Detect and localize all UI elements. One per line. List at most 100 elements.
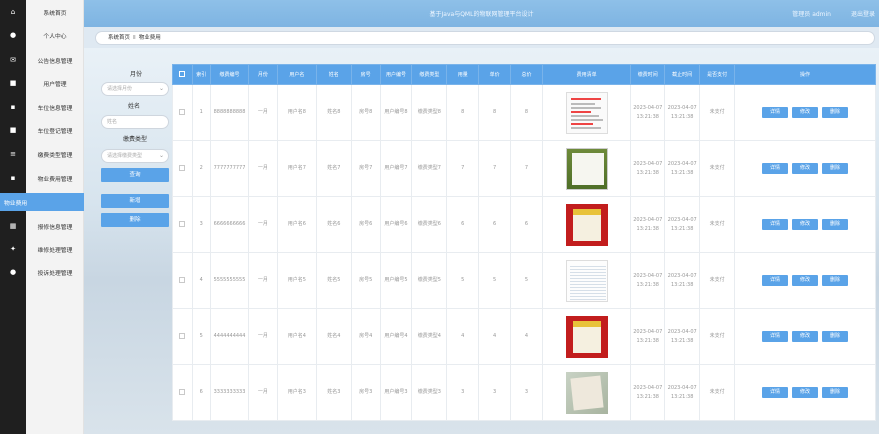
detail-button[interactable]: 详情 (762, 219, 789, 230)
breadcrumb-home[interactable]: 系统首页 (108, 35, 130, 41)
cell-userno: 用户编号7 (379, 140, 413, 197)
type-label: 缴费类型 (122, 136, 147, 143)
detail-button[interactable]: 详情 (762, 275, 789, 286)
cell-actions: 详情 修改 删除 (734, 84, 876, 141)
checkbox-icon[interactable] (179, 164, 186, 171)
row-select-cell[interactable] (172, 84, 193, 141)
sidebar-item[interactable]: ■ 车位登记管理 (0, 122, 84, 138)
delete-button[interactable]: 删除 (822, 107, 849, 118)
notice-icon: ✉ (10, 56, 16, 64)
query-button[interactable]: 查询 (101, 168, 169, 182)
type-select[interactable]: 请选择缴费类型 ⌄ (101, 149, 169, 163)
delete-button[interactable]: 删除 (822, 219, 849, 230)
edit-button[interactable]: 修改 (792, 275, 819, 286)
detail-button[interactable]: 详情 (762, 107, 789, 118)
edit-button[interactable]: 修改 (792, 387, 819, 398)
fee-list-image[interactable] (565, 371, 608, 414)
detail-button[interactable]: 详情 (762, 163, 789, 174)
delete-button[interactable]: 删除 (822, 331, 849, 342)
name-input[interactable]: 姓名 (101, 115, 169, 129)
cell-paytime: 2023-04-07 13:21:38 (630, 196, 666, 253)
detail-button[interactable]: 详情 (762, 331, 789, 342)
sidebar-item[interactable]: ⌂ 系统首页 (0, 4, 84, 20)
checkbox-icon[interactable] (179, 108, 186, 115)
edit-button[interactable]: 修改 (792, 107, 819, 118)
logout-link[interactable]: 退出登录 (851, 9, 875, 18)
delete-button[interactable]: 删除 (822, 163, 849, 174)
checkbox-icon[interactable] (179, 220, 186, 227)
cell-fee-list (541, 84, 632, 141)
month-select-placeholder: 请选择月份 (107, 86, 133, 92)
repair-icon: ✦ (10, 245, 16, 253)
cell-price: 3 (478, 364, 512, 421)
cell-type: 缴费类型7 (411, 140, 448, 197)
breadcrumb: 系统首页 Ⅱ 物业费用 (95, 31, 875, 45)
cell-paid: 未支付 (699, 308, 736, 365)
checkbox-icon[interactable] (179, 276, 186, 283)
row-select-cell[interactable] (172, 364, 193, 421)
table-row: 1 8888888888 一月 用户名8 姓名8 房号8 用户编号8 缴费类型8 8 8 8 2023… (172, 84, 876, 141)
fee-list-image[interactable] (565, 91, 608, 134)
sidebar-item[interactable]: ▪ 车位信息管理 (0, 99, 84, 115)
cell-index: 3 (191, 196, 212, 253)
fee-list-image[interactable] (565, 259, 608, 302)
cell-index: 4 (191, 252, 212, 309)
row-select-cell[interactable] (172, 252, 193, 309)
sidebar-item[interactable]: 物业费用 (0, 194, 84, 210)
delete-button[interactable]: 删除 (822, 387, 849, 398)
cell-name: 姓名7 (315, 140, 352, 197)
batch-delete-button[interactable]: 删除 (101, 213, 169, 227)
checkbox-icon[interactable] (179, 71, 186, 78)
fee-list-image[interactable] (565, 147, 608, 190)
cell-fee-list (541, 196, 632, 253)
cell-userno: 用户编号6 (379, 196, 413, 253)
row-select-cell[interactable] (172, 308, 193, 365)
column-header: 费用清单 (541, 64, 632, 85)
sidebar-item[interactable]: ● 投诉处理管理 (0, 264, 84, 280)
edit-button[interactable]: 修改 (792, 163, 819, 174)
register-icon: ■ (9, 126, 17, 134)
cell-month: 一月 (248, 308, 278, 365)
cell-userno: 用户编号4 (379, 308, 413, 365)
sidebar-item[interactable]: ▦ 报修信息管理 (0, 218, 84, 234)
cell-room: 房号4 (350, 308, 381, 365)
cell-actions: 详情 修改 删除 (734, 196, 876, 253)
detail-button[interactable]: 详情 (762, 387, 789, 398)
cell-name: 姓名3 (315, 364, 352, 421)
fee-list-image[interactable] (565, 315, 608, 358)
checkbox-icon[interactable] (179, 388, 186, 395)
column-header: 索引 (191, 64, 212, 85)
edit-button[interactable]: 修改 (792, 219, 819, 230)
sidebar-item[interactable]: ≡ 缴费类型管理 (0, 146, 84, 162)
home-icon: ⌂ (10, 8, 16, 16)
sidebar-item[interactable]: ■ 用户管理 (0, 75, 84, 91)
cell-actions: 详情 修改 删除 (734, 252, 876, 309)
fee-list-image[interactable] (565, 203, 608, 246)
select-all-checkbox[interactable] (172, 64, 193, 85)
cell-month: 一月 (248, 196, 278, 253)
edit-button[interactable]: 修改 (792, 331, 819, 342)
add-button[interactable]: 新增 (101, 194, 169, 208)
sidebar-item[interactable]: ▪ 物业费用管理 (0, 170, 84, 186)
checkbox-icon[interactable] (179, 332, 186, 339)
cell-total: 4 (510, 308, 543, 365)
column-header: 缴费时间 (630, 64, 666, 85)
name-label: 姓名 (127, 103, 140, 110)
sidebar-item[interactable]: ● 个人中心 (0, 27, 84, 43)
cell-username: 用户名3 (276, 364, 317, 421)
cell-index: 2 (191, 140, 212, 197)
cell-deadline: 2023-04-07 13:21:38 (664, 140, 701, 197)
month-select[interactable]: 请选择月份 ⌄ (101, 82, 169, 96)
delete-button[interactable]: 删除 (822, 275, 849, 286)
sidebar-item-label: 用户管理 (43, 82, 67, 88)
cell-usage: 4 (446, 308, 480, 365)
row-select-cell[interactable] (172, 196, 193, 253)
cell-total: 8 (510, 84, 543, 141)
sidebar-item[interactable]: ✦ 维修处理管理 (0, 241, 84, 257)
cell-name: 姓名6 (315, 196, 352, 253)
row-select-cell[interactable] (172, 140, 193, 197)
sidebar-item[interactable]: ✉ 公告信息管理 (0, 52, 84, 68)
cell-price: 4 (478, 308, 512, 365)
cell-paytime: 2023-04-07 13:21:38 (630, 308, 666, 365)
cell-username: 用户名5 (276, 252, 317, 309)
